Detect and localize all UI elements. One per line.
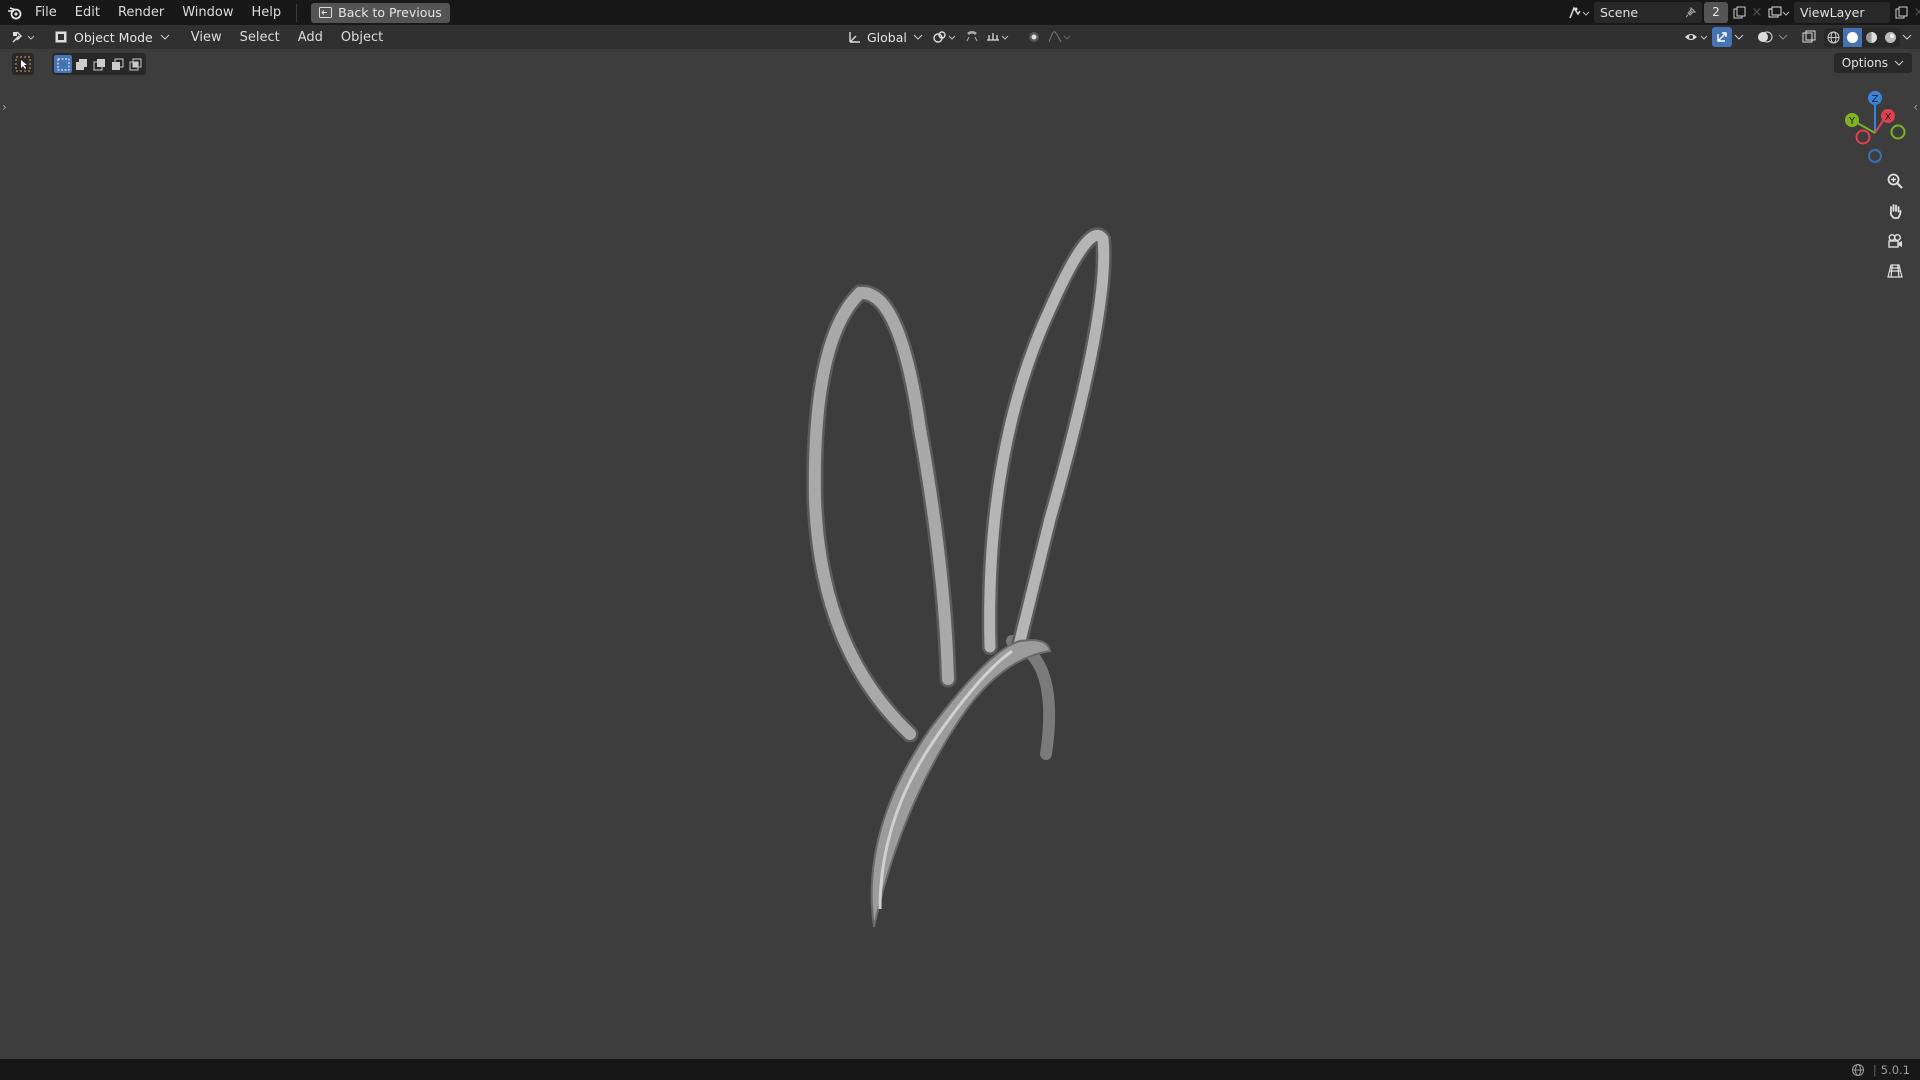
delete-view-layer-icon[interactable]: × [1912, 2, 1920, 23]
back-screen-icon [319, 7, 333, 18]
overlays-dropdown-icon[interactable] [1776, 27, 1790, 48]
object-mode-dropdown[interactable]: Object Mode [48, 27, 176, 47]
grid-icon [1887, 264, 1903, 278]
back-to-previous-label: Back to Previous [338, 5, 442, 20]
new-view-layer-icon[interactable] [1890, 2, 1912, 23]
header-menu-select[interactable]: Select [231, 30, 289, 45]
shading-modes [1824, 27, 1900, 47]
view-layer-field[interactable]: ViewLayer [1794, 2, 1890, 23]
navigation-gizmo[interactable]: Z X Y [1828, 86, 1918, 176]
new-scene-icon[interactable] [1728, 2, 1750, 23]
gizmo-z-label: Z [1872, 94, 1879, 105]
gizmo-neg-z-icon[interactable] [1868, 149, 1882, 163]
object-mode-icon [55, 31, 67, 43]
perspective-toggle-button[interactable] [1882, 258, 1908, 284]
network-icon [1851, 1063, 1864, 1076]
header-menu-add[interactable]: Add [289, 30, 332, 45]
pin-icon[interactable] [1685, 7, 1696, 18]
chevron-down-icon [160, 34, 170, 40]
viewport-header: Object Mode View Select Add Object Globa… [0, 25, 1920, 49]
menu-help[interactable]: Help [243, 0, 291, 25]
orientation-axes-icon [849, 32, 860, 43]
proportional-editing-icon[interactable] [1023, 27, 1045, 48]
rendered-shading-icon[interactable] [1881, 28, 1900, 47]
pan-button[interactable] [1882, 198, 1908, 224]
hand-icon [1889, 204, 1902, 219]
viewport-canvas[interactable] [0, 49, 1920, 1059]
menu-edit[interactable]: Edit [66, 0, 109, 25]
pivot-point-icon[interactable] [929, 27, 961, 48]
top-bar: File Edit Render Window Help Back to Pre… [0, 0, 1920, 25]
scene-name-field[interactable]: Scene [1594, 2, 1702, 23]
shading-dropdown-icon[interactable] [1900, 27, 1914, 48]
wireframe-shading-icon[interactable] [1824, 28, 1843, 47]
gizmo-toggle-icon[interactable] [1712, 27, 1732, 47]
snap-increment-icon[interactable] [983, 27, 1013, 48]
scene-name: Scene [1600, 5, 1639, 20]
version-label: 5.0.1 [1880, 1062, 1910, 1077]
transform-orientation-dropdown[interactable]: Global [842, 27, 929, 47]
back-to-previous-button[interactable]: Back to Previous [311, 2, 450, 23]
selectability-visibility-icon[interactable] [1682, 27, 1712, 48]
falloff-curve-icon[interactable] [1045, 27, 1075, 48]
divider [296, 3, 298, 22]
chevron-down-icon [913, 34, 923, 40]
blender-logo-icon[interactable] [4, 2, 26, 23]
bunny-ears-model[interactable] [806, 227, 1112, 928]
menu-window[interactable]: Window [173, 0, 242, 25]
scene-browse-icon[interactable] [1564, 2, 1594, 23]
overlays-toggle-icon[interactable] [1754, 27, 1776, 48]
camera-view-button[interactable] [1882, 228, 1908, 254]
zoom-icon [1887, 173, 1903, 189]
status-divider: | [1872, 1062, 1877, 1077]
gizmo-neg-x-icon[interactable] [1855, 129, 1871, 145]
scene-users-count[interactable]: 2 [1704, 2, 1728, 23]
menu-render[interactable]: Render [109, 0, 173, 25]
header-menu-object[interactable]: Object [332, 30, 392, 45]
viewport-display-tools [1682, 25, 1914, 49]
gizmo-dropdown-icon[interactable] [1732, 27, 1746, 48]
gizmo-neg-y-icon[interactable] [1890, 124, 1906, 140]
transform-tools: Global [836, 25, 1075, 49]
transform-orientation-label: Global [867, 29, 907, 45]
zoom-button[interactable] [1882, 168, 1908, 194]
gizmo-x-label: X [1885, 112, 1892, 123]
snap-toggle-icon[interactable] [961, 27, 983, 48]
status-bar: | 5.0.1 [0, 1059, 1920, 1080]
camera-icon [1888, 234, 1902, 248]
material-shading-icon[interactable] [1862, 28, 1881, 47]
view-layer-browse-icon[interactable] [1764, 2, 1794, 23]
editor-type-icon[interactable] [6, 27, 42, 48]
header-menu-view[interactable]: View [182, 30, 231, 45]
view-layer-name: ViewLayer [1800, 5, 1865, 20]
xray-toggle-icon[interactable] [1798, 27, 1820, 48]
solid-shading-icon[interactable] [1843, 27, 1862, 47]
gizmo-y-label: Y [1848, 116, 1856, 127]
menu-file[interactable]: File [26, 0, 66, 25]
object-mode-label: Object Mode [74, 29, 153, 45]
delete-scene-icon[interactable]: × [1750, 2, 1764, 23]
